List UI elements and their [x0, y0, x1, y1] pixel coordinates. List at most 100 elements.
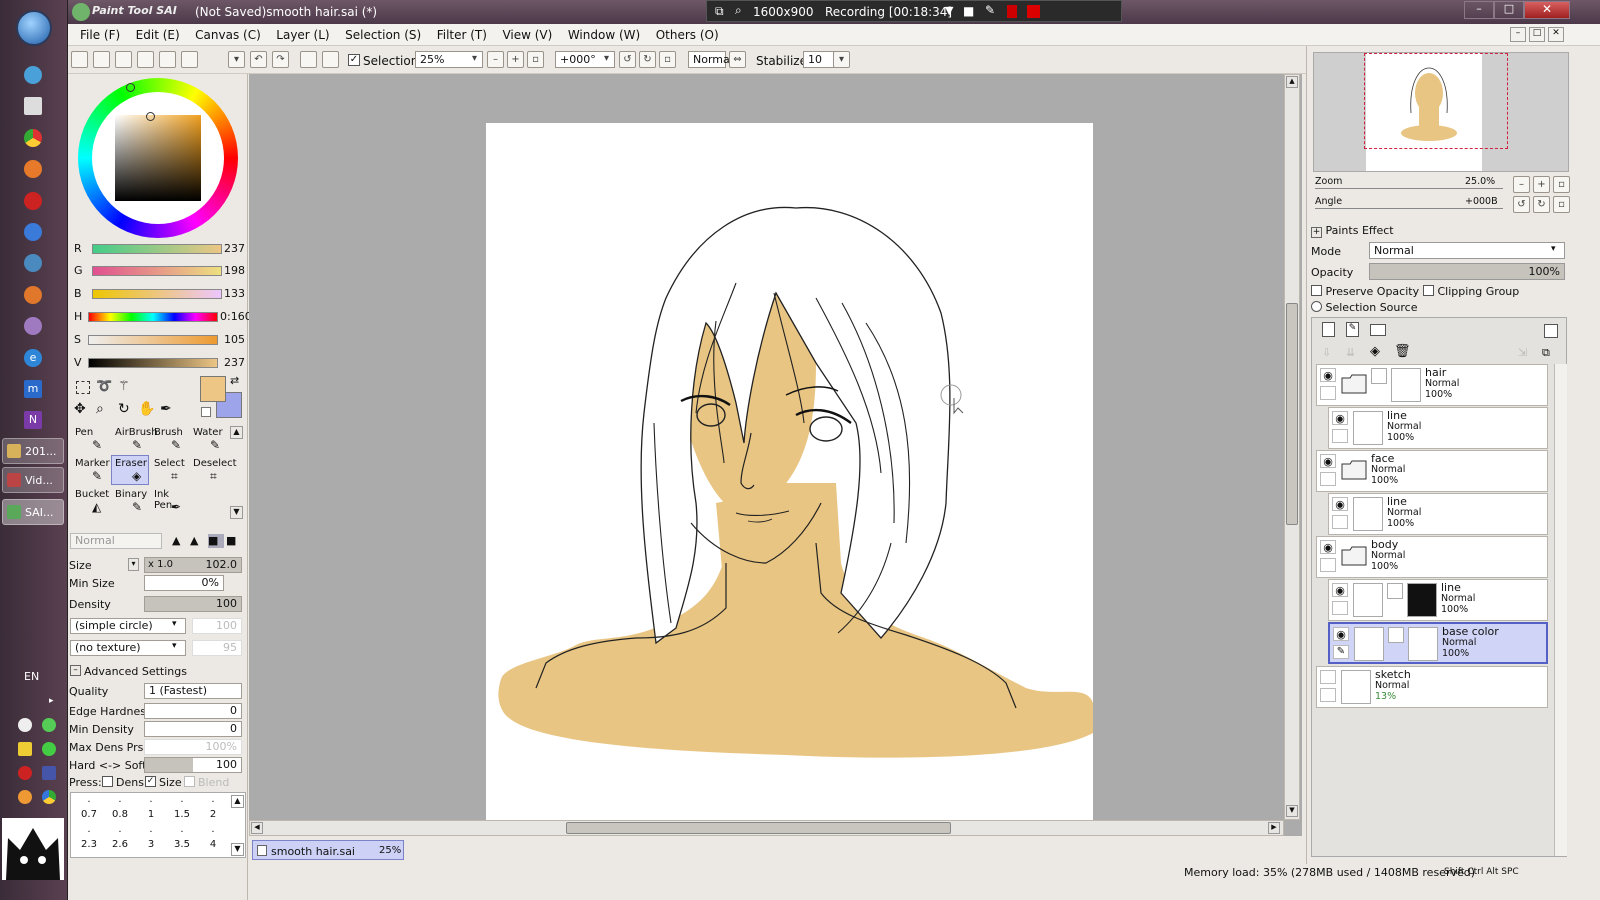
sv-picker-handle[interactable]	[146, 112, 155, 121]
color-wheel-mode-icon[interactable]	[71, 51, 88, 68]
delete-layer-icon[interactable]: 🗑	[1394, 344, 1411, 359]
rgb-slider-mode-icon[interactable]	[93, 51, 110, 68]
clipping-group-checkbox[interactable]	[1423, 285, 1434, 296]
min-density-slider[interactable]: 0	[144, 721, 242, 737]
transparent-color-icon[interactable]	[201, 407, 211, 417]
color-wheel[interactable]	[78, 78, 238, 238]
layer-panel-option-icon[interactable]	[1544, 324, 1558, 338]
b-slider[interactable]: B 133	[72, 285, 248, 303]
brush-shape-2-icon[interactable]: ▲	[190, 534, 206, 548]
camera-icon[interactable]: ■	[963, 4, 974, 18]
layer-row-base-color[interactable]: ◉ ✎ base color Normal 100%	[1328, 622, 1548, 664]
brush-size-preset[interactable]: · 3.5	[168, 827, 196, 855]
presets-scroll-down[interactable]: ▼	[231, 843, 244, 856]
tray-app-icon-4[interactable]	[42, 742, 56, 756]
brush-size-preset[interactable]: · 1	[137, 797, 165, 825]
layer-opacity-slider[interactable]: 100%	[1369, 263, 1565, 280]
quality-select[interactable]: 1 (Fastest)	[144, 683, 242, 699]
hscroll-thumb[interactable]	[566, 822, 951, 834]
press-density-checkbox[interactable]	[102, 776, 113, 787]
layer-row-line[interactable]: ◉ line Normal 100%	[1328, 407, 1548, 449]
brush-size-preset[interactable]: · 0.7	[75, 797, 103, 825]
brush-size-preset[interactable]: · 2	[199, 797, 227, 825]
tray-cloud-icon[interactable]	[18, 718, 32, 732]
tool-brush[interactable]: Brush ✎	[150, 424, 188, 454]
menu-edit[interactable]: Edit (E)	[136, 24, 180, 46]
tray-expand-icon[interactable]: ▸	[49, 696, 54, 706]
density-slider[interactable]: 100	[144, 596, 242, 612]
layer-lock-icon[interactable]	[1332, 429, 1348, 443]
presets-scroll-up[interactable]: ▲	[231, 795, 244, 808]
taskbar-app-icon-11[interactable]: m	[24, 380, 42, 398]
rotate-reset-icon[interactable]: ▫	[659, 51, 676, 68]
menu-window[interactable]: Window (W)	[568, 24, 640, 46]
menu-others[interactable]: Others (O)	[656, 24, 719, 46]
layer-mode-select[interactable]: Normal	[1369, 242, 1565, 259]
language-indicator[interactable]: EN	[24, 670, 39, 683]
zoom-reset-icon[interactable]: ▫	[527, 51, 544, 68]
layer-row-hair[interactable]: ◉ hair Normal 100%	[1316, 364, 1548, 406]
hard-soft-slider[interactable]: 100	[144, 757, 242, 773]
tool-eraser[interactable]: Eraser ◈	[111, 455, 149, 485]
layer-lock-icon[interactable]	[1320, 688, 1336, 702]
preserve-opacity-checkbox[interactable]	[1311, 285, 1322, 296]
shape-strength[interactable]: 100	[192, 618, 242, 634]
document-tab[interactable]: smooth hair.sai 25%	[252, 840, 404, 860]
rotate-tool-icon[interactable]: ↻	[118, 401, 130, 417]
texture-dropdown-icon[interactable]: ▾	[172, 641, 177, 651]
brush-blend-mode[interactable]: Normal	[70, 533, 162, 549]
size-dropdown-icon[interactable]: ▾	[128, 558, 139, 571]
rect-select-icon[interactable]	[76, 381, 90, 394]
selection-checkbox[interactable]: ✓	[348, 54, 360, 66]
layer-lock-icon[interactable]	[1320, 558, 1336, 572]
taskbar-app-icon-8[interactable]	[24, 286, 42, 304]
maximize-button[interactable]: □	[1494, 1, 1524, 19]
vertical-scrollbar[interactable]: ▲ ▼	[1284, 74, 1300, 820]
taskbar-task-video[interactable]: Vid...	[2, 467, 64, 493]
menu-layer[interactable]: Layer (L)	[276, 24, 329, 46]
undo-icon[interactable]: ↶	[250, 51, 267, 68]
move-icon[interactable]: ✥	[74, 401, 86, 417]
tool-pen[interactable]: Pen ✎	[71, 424, 109, 454]
selection-source-row[interactable]: Selection Source	[1311, 301, 1417, 314]
menu-file[interactable]: File (F)	[80, 24, 120, 46]
mask-toggle-icon[interactable]	[1388, 627, 1404, 643]
color-panel-extra-icon[interactable]	[181, 51, 198, 68]
vscroll-up[interactable]: ▲	[1286, 76, 1298, 88]
layer-lock-icon[interactable]: ✎	[1333, 645, 1349, 659]
layer-row-line[interactable]: ◉ line Normal 100%	[1328, 579, 1548, 621]
brush-size-preset[interactable]: · 2.6	[106, 827, 134, 855]
visibility-eye-icon[interactable]: ◉	[1332, 411, 1348, 425]
nav-zoom-in-icon[interactable]: +	[1533, 176, 1550, 193]
r-slider[interactable]: R 237	[72, 240, 248, 258]
brush-size-preset[interactable]: · 2.3	[75, 827, 103, 855]
recorder-window-icon[interactable]: ⧉	[715, 4, 724, 19]
brush-size-preset[interactable]: · 4	[199, 827, 227, 855]
taskbar-app-icon-1[interactable]	[24, 66, 42, 84]
tool-deselect[interactable]: Deselect ⌗	[189, 455, 237, 485]
layer-lock-icon[interactable]	[1332, 515, 1348, 529]
menu-canvas[interactable]: Canvas (C)	[195, 24, 261, 46]
taskbar-app-icon-9[interactable]	[24, 317, 42, 335]
nav-rotate-left-icon[interactable]: ↺	[1513, 196, 1530, 213]
nav-zoom-fit-icon[interactable]: ▫	[1553, 176, 1570, 193]
nav-zoom-out-icon[interactable]: –	[1513, 176, 1530, 193]
h-slider[interactable]: H 0:160	[72, 308, 252, 326]
tool-ink-pen[interactable]: Ink Pen ✒	[150, 486, 188, 516]
taskbar-task-folder[interactable]: 201...	[2, 438, 64, 464]
zoom-dropdown-icon[interactable]: ▾	[466, 51, 483, 68]
tray-app-icon-5[interactable]	[18, 766, 32, 780]
nav-zoom-slider[interactable]	[1315, 188, 1503, 189]
brush-size-preset[interactable]: · 0.8	[106, 797, 134, 825]
blend-mode-select[interactable]: Normal	[688, 51, 733, 68]
stop-icon[interactable]	[1027, 5, 1040, 18]
layer-row-body[interactable]: ◉ body Normal 100%	[1316, 536, 1548, 578]
visibility-eye-icon[interactable]: ◉	[1320, 368, 1336, 382]
brush-shape-1-icon[interactable]: ▲	[172, 534, 188, 548]
eyedropper-icon[interactable]: ✒	[160, 401, 172, 417]
rotation-dropdown-icon[interactable]: ▾	[598, 51, 615, 68]
tool-water[interactable]: Water ✎	[189, 424, 227, 454]
nav-rotate-right-icon[interactable]: ↻	[1533, 196, 1550, 213]
pencil-icon[interactable]: ✎	[985, 3, 995, 17]
doc-close-button[interactable]: ✕	[1548, 27, 1564, 42]
